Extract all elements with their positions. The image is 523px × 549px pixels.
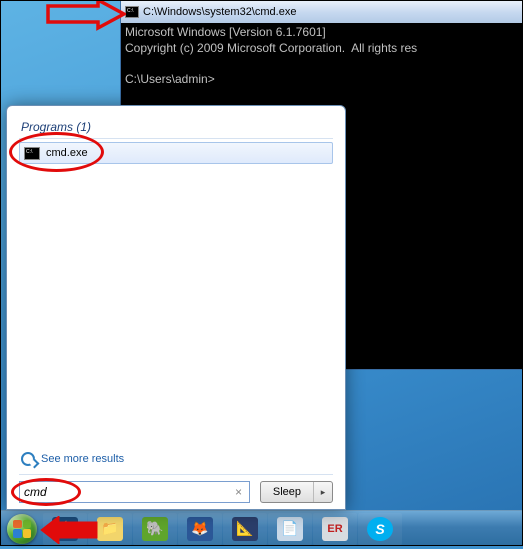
start-menu: Programs (1) cmd.exe See more results × …	[6, 105, 346, 510]
taskbar-item[interactable]: ⛵	[43, 513, 87, 545]
matlab-icon: 📐	[232, 517, 258, 541]
cmd-result-icon	[24, 147, 40, 160]
more-results-label: See more results	[41, 453, 124, 465]
shutdown-split-button[interactable]: Sleep ▸	[260, 481, 333, 503]
windows-logo-icon	[7, 514, 37, 544]
taskbar-item[interactable]: 🐘	[133, 513, 177, 545]
explorer-icon: 📁	[97, 517, 123, 541]
cmd-icon	[125, 6, 139, 18]
clear-search-icon[interactable]: ×	[232, 485, 245, 499]
taskbar-item[interactable]: 📄	[268, 513, 312, 545]
taskbar-item[interactable]: ER	[313, 513, 357, 545]
search-input[interactable]	[24, 485, 232, 499]
taskbar-item[interactable]: 🦊	[178, 513, 222, 545]
cmd-titlebar[interactable]: C:\Windows\system32\cmd.exe	[121, 1, 522, 23]
taskbar: ⛵ 📁 🐘 🦊 📐 📄 ER S	[0, 510, 523, 546]
pdf-icon: 📄	[277, 517, 303, 541]
taskbar-item[interactable]: 📁	[88, 513, 132, 545]
annotation-arrow-top	[46, 0, 126, 35]
taskbar-item[interactable]: S	[358, 513, 402, 545]
skype-icon: S	[367, 517, 393, 541]
search-icon	[21, 452, 35, 466]
sleep-button[interactable]: Sleep	[261, 482, 314, 502]
er-app-icon: ER	[322, 517, 348, 541]
shutdown-options-arrow[interactable]: ▸	[314, 482, 332, 502]
firefox-icon: 🦊	[187, 517, 213, 541]
search-result-cmd[interactable]: cmd.exe	[19, 142, 333, 164]
ship-app-icon: ⛵	[52, 517, 78, 541]
result-label: cmd.exe	[46, 147, 88, 159]
programs-heading: Programs (1)	[19, 116, 333, 139]
cmd-title: C:\Windows\system32\cmd.exe	[143, 6, 296, 18]
cmd-output: Microsoft Windows [Version 6.1.7601] Cop…	[121, 23, 522, 90]
evernote-icon: 🐘	[142, 517, 168, 541]
see-more-results[interactable]: See more results	[19, 446, 333, 475]
start-button[interactable]	[2, 512, 42, 546]
taskbar-item[interactable]: 📐	[223, 513, 267, 545]
search-box[interactable]: ×	[19, 481, 250, 503]
